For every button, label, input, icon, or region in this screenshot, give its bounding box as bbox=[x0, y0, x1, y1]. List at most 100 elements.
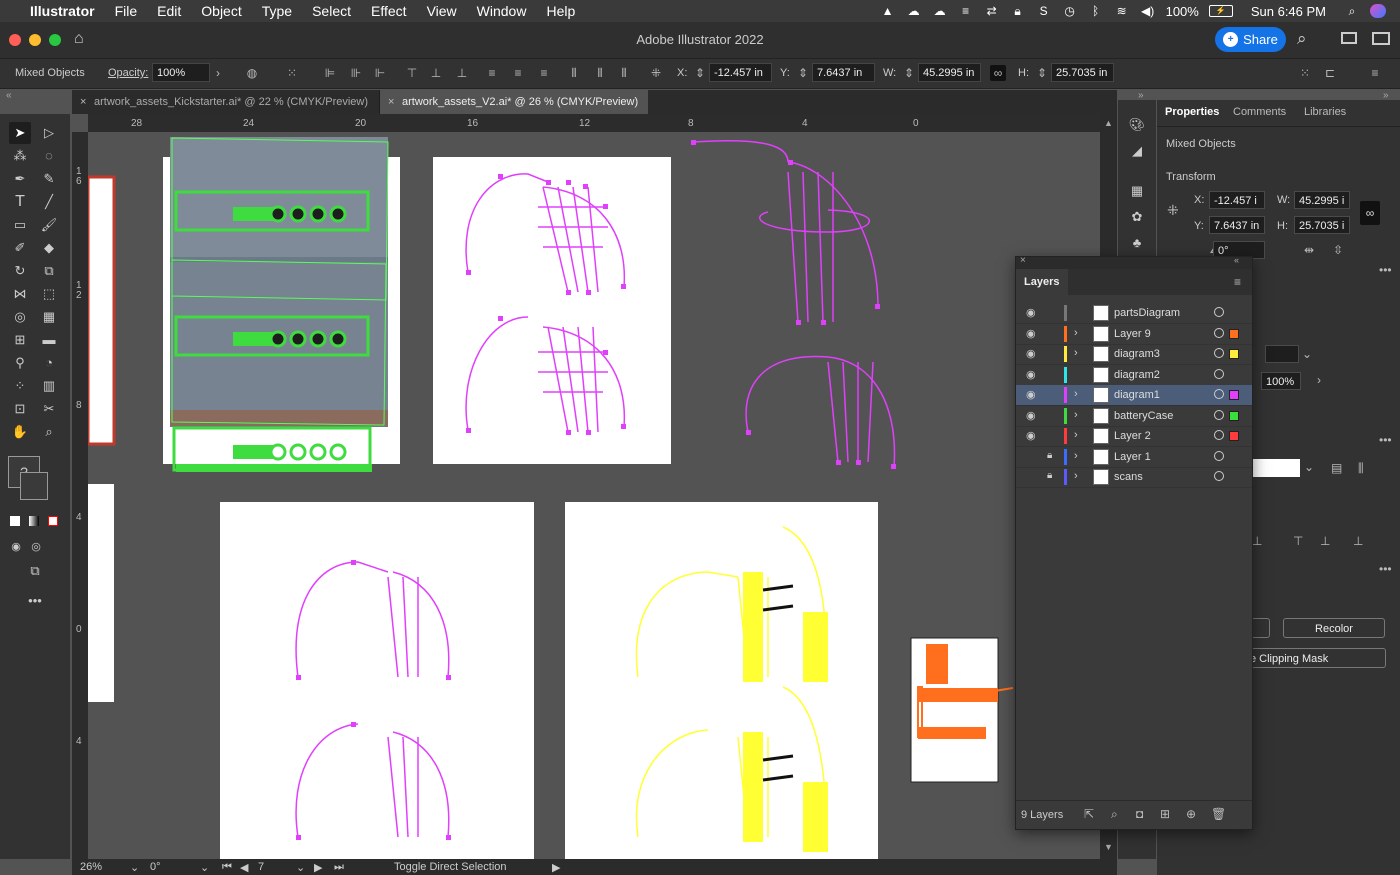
layers-tab[interactable]: Layers bbox=[1016, 269, 1068, 295]
h-field[interactable]: 25.7035 in bbox=[1051, 63, 1114, 82]
rectangle-tool-icon[interactable]: ▭ bbox=[9, 214, 31, 236]
expand-layer-icon[interactable]: › bbox=[1074, 429, 1078, 441]
magic-wand-tool-icon[interactable]: ⁂ bbox=[9, 145, 31, 167]
distribute-right-icon[interactable]: ⫴ bbox=[616, 65, 632, 81]
align-left-icon[interactable]: ⊫ bbox=[322, 65, 338, 81]
target-circle-icon[interactable] bbox=[1214, 348, 1224, 358]
visibility-eye-icon[interactable]: ◉ bbox=[1026, 327, 1036, 340]
brush-library-icon[interactable]: ⫼ bbox=[1358, 461, 1364, 476]
align-top-icon[interactable]: ⊤ bbox=[1293, 534, 1303, 548]
y-stepper-icon[interactable]: ⇕ bbox=[795, 65, 811, 81]
artboard-dropdown-icon[interactable]: ⌄ bbox=[296, 861, 305, 874]
draw-behind-icon[interactable]: ◎ bbox=[25, 536, 47, 558]
close-tab-icon[interactable]: × bbox=[80, 90, 86, 114]
flip-vertical-icon[interactable]: ⇳ bbox=[1333, 243, 1343, 257]
menu-object[interactable]: Object bbox=[191, 3, 251, 19]
align-right-icon[interactable]: ⊩ bbox=[372, 65, 388, 81]
selection-swatch[interactable] bbox=[1229, 328, 1239, 339]
prop-w-field[interactable]: 45.2995 i bbox=[1294, 191, 1350, 209]
lasso-tool-icon[interactable]: ◌ bbox=[38, 145, 60, 167]
transform-more-icon[interactable]: ••• bbox=[1379, 263, 1392, 277]
layer-name[interactable]: Layer 2 bbox=[1114, 430, 1151, 442]
h-stepper-icon[interactable]: ⇕ bbox=[1034, 65, 1050, 81]
rotate-tool-icon[interactable]: ↻ bbox=[9, 260, 31, 282]
close-panel-icon[interactable]: × bbox=[1020, 255, 1026, 266]
align-bottom-icon[interactable]: ⊥ bbox=[1252, 534, 1262, 548]
slice-tool-icon[interactable]: ✂ bbox=[38, 398, 60, 420]
stroke-dropdown-icon[interactable]: ⌄ bbox=[1302, 347, 1312, 361]
layer-row[interactable]: 🔒︎ › Layer 1 bbox=[1016, 447, 1252, 468]
first-artboard-icon[interactable]: ⏮ bbox=[222, 861, 232, 874]
appearance-more-icon[interactable]: ••• bbox=[1379, 433, 1392, 447]
distribute-bottom-icon[interactable]: ≡ bbox=[536, 65, 552, 81]
wifi-icon[interactable]: ≋ bbox=[1114, 4, 1130, 18]
gradient-mode-icon[interactable] bbox=[29, 516, 39, 526]
none-mode-icon[interactable] bbox=[48, 516, 58, 526]
rotate-view[interactable]: 0° bbox=[150, 861, 161, 873]
screen-mode-icon[interactable]: ⧉ bbox=[24, 560, 46, 582]
perspective-grid-tool-icon[interactable]: ▦ bbox=[38, 306, 60, 328]
close-tab-icon[interactable]: × bbox=[388, 90, 394, 114]
tab-libraries[interactable]: Libraries bbox=[1304, 106, 1346, 118]
scroll-up-icon[interactable]: ▲ bbox=[1104, 118, 1113, 128]
selection-tool-icon[interactable]: ➤ bbox=[9, 122, 31, 144]
search-icon[interactable]: ⌕ bbox=[1297, 29, 1307, 49]
eyedropper-tool-icon[interactable]: ⚲ bbox=[9, 352, 31, 374]
target-circle-icon[interactable] bbox=[1214, 327, 1224, 338]
creative-cloud-icon[interactable]: ☁ bbox=[906, 4, 922, 18]
layer-row[interactable]: ◉ partsDiagram bbox=[1016, 303, 1252, 324]
prop-x-field[interactable]: -12.457 i bbox=[1209, 191, 1265, 209]
share-button[interactable]: + Share bbox=[1215, 27, 1286, 52]
battery-icon[interactable]: ⚡ bbox=[1208, 5, 1233, 17]
workspace-switcher-icon[interactable] bbox=[1372, 32, 1390, 45]
siri-icon[interactable] bbox=[1370, 4, 1386, 18]
layer-row[interactable]: ◉ › Layer 9 bbox=[1016, 324, 1252, 345]
delete-layer-icon[interactable]: 🗑︎ bbox=[1211, 807, 1226, 821]
visibility-eye-icon[interactable]: ◉ bbox=[1026, 306, 1036, 319]
direct-selection-tool-icon[interactable]: ▷ bbox=[38, 122, 60, 144]
selection-swatch[interactable] bbox=[1229, 349, 1239, 359]
x-field[interactable]: -12.457 in bbox=[709, 63, 772, 82]
s-icon[interactable]: S bbox=[1036, 4, 1052, 18]
shape-builder-tool-icon[interactable]: ◎ bbox=[9, 306, 31, 328]
target-circle-icon[interactable] bbox=[1214, 471, 1224, 481]
pen-tool-icon[interactable]: ✒ bbox=[9, 168, 31, 190]
menu-help[interactable]: Help bbox=[536, 3, 585, 19]
type-tool-icon[interactable]: T bbox=[9, 191, 31, 213]
layer-name[interactable]: diagram3 bbox=[1114, 348, 1160, 360]
zoom-level[interactable]: 26% bbox=[80, 861, 102, 873]
prop-y-field[interactable]: 7.6437 in bbox=[1209, 216, 1265, 234]
lock-icon[interactable]: 🔒︎ bbox=[1047, 470, 1052, 481]
recolor-artwork-icon[interactable]: ◍ bbox=[244, 65, 260, 81]
opacity-arrow-icon[interactable]: › bbox=[210, 65, 226, 81]
menu-select[interactable]: Select bbox=[302, 3, 361, 19]
layer-name[interactable]: diagram2 bbox=[1114, 369, 1160, 381]
minimize-window-button[interactable] bbox=[29, 34, 41, 46]
distribute-left-icon[interactable]: ⫴ bbox=[566, 65, 582, 81]
selection-swatch[interactable] bbox=[1229, 431, 1239, 441]
target-circle-icon[interactable] bbox=[1214, 368, 1224, 379]
stroke-swatch[interactable] bbox=[20, 472, 48, 500]
menu-type[interactable]: Type bbox=[252, 3, 302, 19]
stack-icon[interactable]: ≡ bbox=[958, 4, 974, 18]
status-menu-icon[interactable]: ▶ bbox=[552, 861, 560, 874]
stroke-weight-field[interactable] bbox=[1265, 345, 1299, 363]
last-artboard-icon[interactable]: ⏭ bbox=[334, 861, 344, 874]
symbol-sprayer-tool-icon[interactable]: ⁘ bbox=[9, 375, 31, 397]
home-icon[interactable]: ⌂ bbox=[74, 30, 84, 48]
layer-name[interactable]: Layer 9 bbox=[1114, 328, 1151, 340]
volume-icon[interactable]: ◀) bbox=[1140, 4, 1156, 18]
tab-comments[interactable]: Comments bbox=[1233, 106, 1286, 118]
link-proportions-icon[interactable]: ∞ bbox=[1360, 201, 1380, 225]
align-more-icon[interactable]: ••• bbox=[1379, 562, 1392, 576]
color-mode-icon[interactable] bbox=[10, 516, 20, 526]
expand-layer-icon[interactable]: › bbox=[1074, 388, 1078, 400]
scroll-down-icon[interactable]: ▼ bbox=[1104, 842, 1113, 852]
align-hcenter-icon[interactable]: ⊪ bbox=[348, 65, 364, 81]
free-transform-tool-icon[interactable]: ⬚ bbox=[38, 283, 60, 305]
drive-icon[interactable]: ▲ bbox=[880, 4, 896, 18]
y-field[interactable]: 7.6437 in bbox=[812, 63, 875, 82]
layer-row[interactable]: ◉ › batteryCase bbox=[1016, 406, 1252, 427]
blend-tool-icon[interactable]: ◔ bbox=[38, 352, 60, 374]
collapse-panel-icon[interactable]: « bbox=[1234, 255, 1239, 265]
